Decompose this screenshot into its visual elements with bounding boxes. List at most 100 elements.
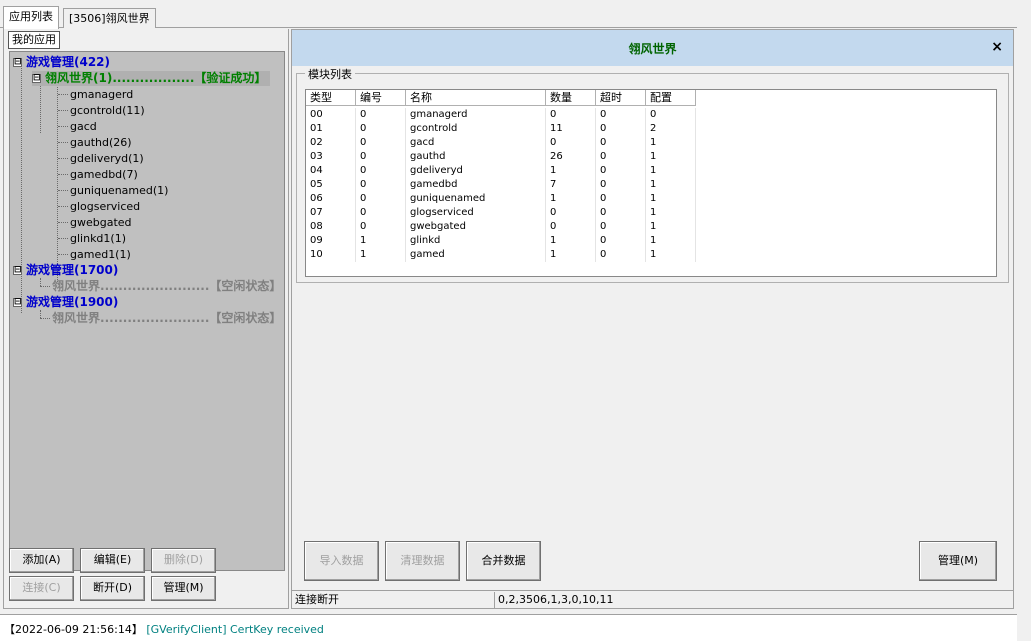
- collapse-icon[interactable]: ⊟: [13, 298, 22, 307]
- tree-group-1700[interactable]: ⊟ 游戏管理(1700): [13, 263, 118, 278]
- tree-line: [40, 318, 50, 319]
- table-cell: 0: [356, 122, 406, 136]
- log-panel[interactable]: 【2022-06-09 21:56:14】 [GVerifyClient] Ce…: [0, 614, 1031, 641]
- table-row[interactable]: 05 0 gamedbd 7 0 1: [306, 178, 996, 192]
- table-cell: 02: [306, 136, 356, 150]
- tree-module[interactable]: gauthd(26): [70, 135, 132, 150]
- tree-line: [57, 82, 58, 282]
- tree-module[interactable]: gamed1(1): [70, 247, 131, 262]
- column-header[interactable]: 编号: [356, 90, 406, 106]
- table-cell: 0: [356, 192, 406, 206]
- table-cell: 05: [306, 178, 356, 192]
- table-cell: 0: [646, 108, 696, 122]
- tab-game-world[interactable]: [3506]翎风世界: [63, 8, 156, 28]
- import-data-button[interactable]: 导入数据: [304, 541, 379, 581]
- leader-dots: ..................: [112, 71, 195, 85]
- table-cell: 0: [356, 220, 406, 234]
- tree-module[interactable]: gwebgated: [70, 215, 132, 230]
- tree-line: [58, 174, 68, 175]
- tree-line: [58, 238, 68, 239]
- table-cell: 11: [546, 122, 596, 136]
- table-cell: gamedbd: [406, 178, 546, 192]
- table-row[interactable]: 03 0 gauthd 26 0 1: [306, 150, 996, 164]
- tree-module[interactable]: gmanagerd: [70, 87, 133, 102]
- table-row[interactable]: 06 0 guniquenamed 1 0 1: [306, 192, 996, 206]
- tree-module[interactable]: gdeliveryd(1): [70, 151, 144, 166]
- tree-game-lingfeng-1700[interactable]: 翎风世界........................【空闲状态】: [52, 279, 281, 294]
- tree-game-lingfeng-1[interactable]: ⊟ 翎风世界(1)..................【验证成功】: [32, 71, 271, 86]
- table-cell: gdeliveryd: [406, 164, 546, 178]
- status-info: 0,2,3506,1,3,0,10,11: [498, 593, 614, 606]
- table-cell: glinkd: [406, 234, 546, 248]
- module-list[interactable]: 类型 编号 名称 数量 超时 配置 00 0 gmanagerd 0 0 0 01 0 gcon…: [305, 89, 997, 277]
- table-row[interactable]: 10 1 gamed 1 0 1: [306, 248, 996, 262]
- table-row[interactable]: 08 0 gwebgated 0 0 1: [306, 220, 996, 234]
- table-row[interactable]: 09 1 glinkd 1 0 1: [306, 234, 996, 248]
- tree-module[interactable]: guniquenamed(1): [70, 183, 168, 198]
- tab-app-list[interactable]: 应用列表: [3, 6, 59, 29]
- table-row[interactable]: 01 0 gcontrold 11 0 2: [306, 122, 996, 136]
- tree-module[interactable]: gacd: [70, 119, 97, 134]
- log-message: CertKey received: [230, 623, 324, 636]
- table-row[interactable]: 00 0 gmanagerd 0 0 0: [306, 108, 996, 122]
- column-header[interactable]: 类型: [306, 90, 356, 106]
- clear-data-button[interactable]: 清理数据: [385, 541, 460, 581]
- table-cell: 0: [356, 178, 406, 192]
- game-name: 翎风世界: [52, 311, 101, 325]
- table-row[interactable]: 07 0 glogserviced 0 0 1: [306, 206, 996, 220]
- merge-data-button[interactable]: 合并数据: [466, 541, 541, 581]
- right-panel: 翎风世界 × 模块列表 类型 编号 名称 数量 超时 配置 00 0 gmanage…: [291, 29, 1014, 609]
- table-cell: 0: [546, 220, 596, 234]
- app-tree[interactable]: ⊟ 游戏管理(422) ⊟ 翎风世界(1)..................【验证…: [9, 51, 285, 571]
- table-cell: gauthd: [406, 150, 546, 164]
- tree-module[interactable]: gcontrold(11): [70, 103, 145, 118]
- table-cell: 0: [596, 220, 646, 234]
- close-icon[interactable]: ×: [991, 39, 1003, 55]
- table-cell: 0: [596, 108, 646, 122]
- tree-group-422[interactable]: ⊟ 游戏管理(422): [13, 55, 110, 70]
- table-cell: 04: [306, 164, 356, 178]
- tab-my-apps[interactable]: 我的应用: [8, 31, 60, 49]
- tree-module[interactable]: glogserviced: [70, 199, 140, 214]
- tree-module[interactable]: glinkd1(1): [70, 231, 126, 246]
- table-cell: 1: [356, 248, 406, 262]
- table-row[interactable]: 04 0 gdeliveryd 1 0 1: [306, 164, 996, 178]
- tree-module[interactable]: gamedbd(7): [70, 167, 138, 182]
- delete-button[interactable]: 删除(D): [151, 548, 216, 573]
- status-label: 【空闲状态】: [209, 311, 282, 325]
- table-cell: gacd: [406, 136, 546, 150]
- panel-title: 翎风世界: [628, 42, 677, 56]
- tree-line: [58, 190, 68, 191]
- tree-game-lingfeng-1900[interactable]: 翎风世界........................【空闲状态】: [52, 311, 281, 326]
- column-header[interactable]: 名称: [406, 90, 546, 106]
- tree-line: [58, 110, 68, 111]
- log-timestamp: 【2022-06-09 21:56:14】: [4, 623, 143, 636]
- column-header[interactable]: 数量: [546, 90, 596, 106]
- log-source: [GVerifyClient]: [146, 623, 227, 636]
- window-scrollbar[interactable]: [1017, 0, 1031, 641]
- tree-line: [40, 310, 41, 318]
- disconnect-button[interactable]: 断开(D): [80, 576, 145, 601]
- status-bar: 连接断开 0,2,3506,1,3,0,10,11: [292, 590, 1013, 608]
- tree-line: [40, 278, 41, 286]
- tree-group-1900[interactable]: ⊟ 游戏管理(1900): [13, 295, 118, 310]
- connect-button[interactable]: 连接(C): [9, 576, 74, 601]
- table-cell: gwebgated: [406, 220, 546, 234]
- manage-button[interactable]: 管理(M): [151, 576, 216, 601]
- column-header[interactable]: 超时: [596, 90, 646, 106]
- table-cell: 1: [646, 192, 696, 206]
- table-cell: 1: [646, 164, 696, 178]
- collapse-icon[interactable]: ⊟: [32, 74, 41, 83]
- table-cell: 1: [646, 178, 696, 192]
- column-header[interactable]: 配置: [646, 90, 696, 106]
- manage-button[interactable]: 管理(M): [919, 541, 997, 581]
- add-button[interactable]: 添加(A): [9, 548, 74, 573]
- table-row[interactable]: 02 0 gacd 0 0 1: [306, 136, 996, 150]
- table-cell: 0: [356, 206, 406, 220]
- edit-button[interactable]: 编辑(E): [80, 548, 145, 573]
- table-cell: 01: [306, 122, 356, 136]
- collapse-icon[interactable]: ⊟: [13, 266, 22, 275]
- panel-header: 翎风世界 ×: [292, 30, 1013, 66]
- table-cell: 0: [356, 136, 406, 150]
- collapse-icon[interactable]: ⊟: [13, 58, 22, 67]
